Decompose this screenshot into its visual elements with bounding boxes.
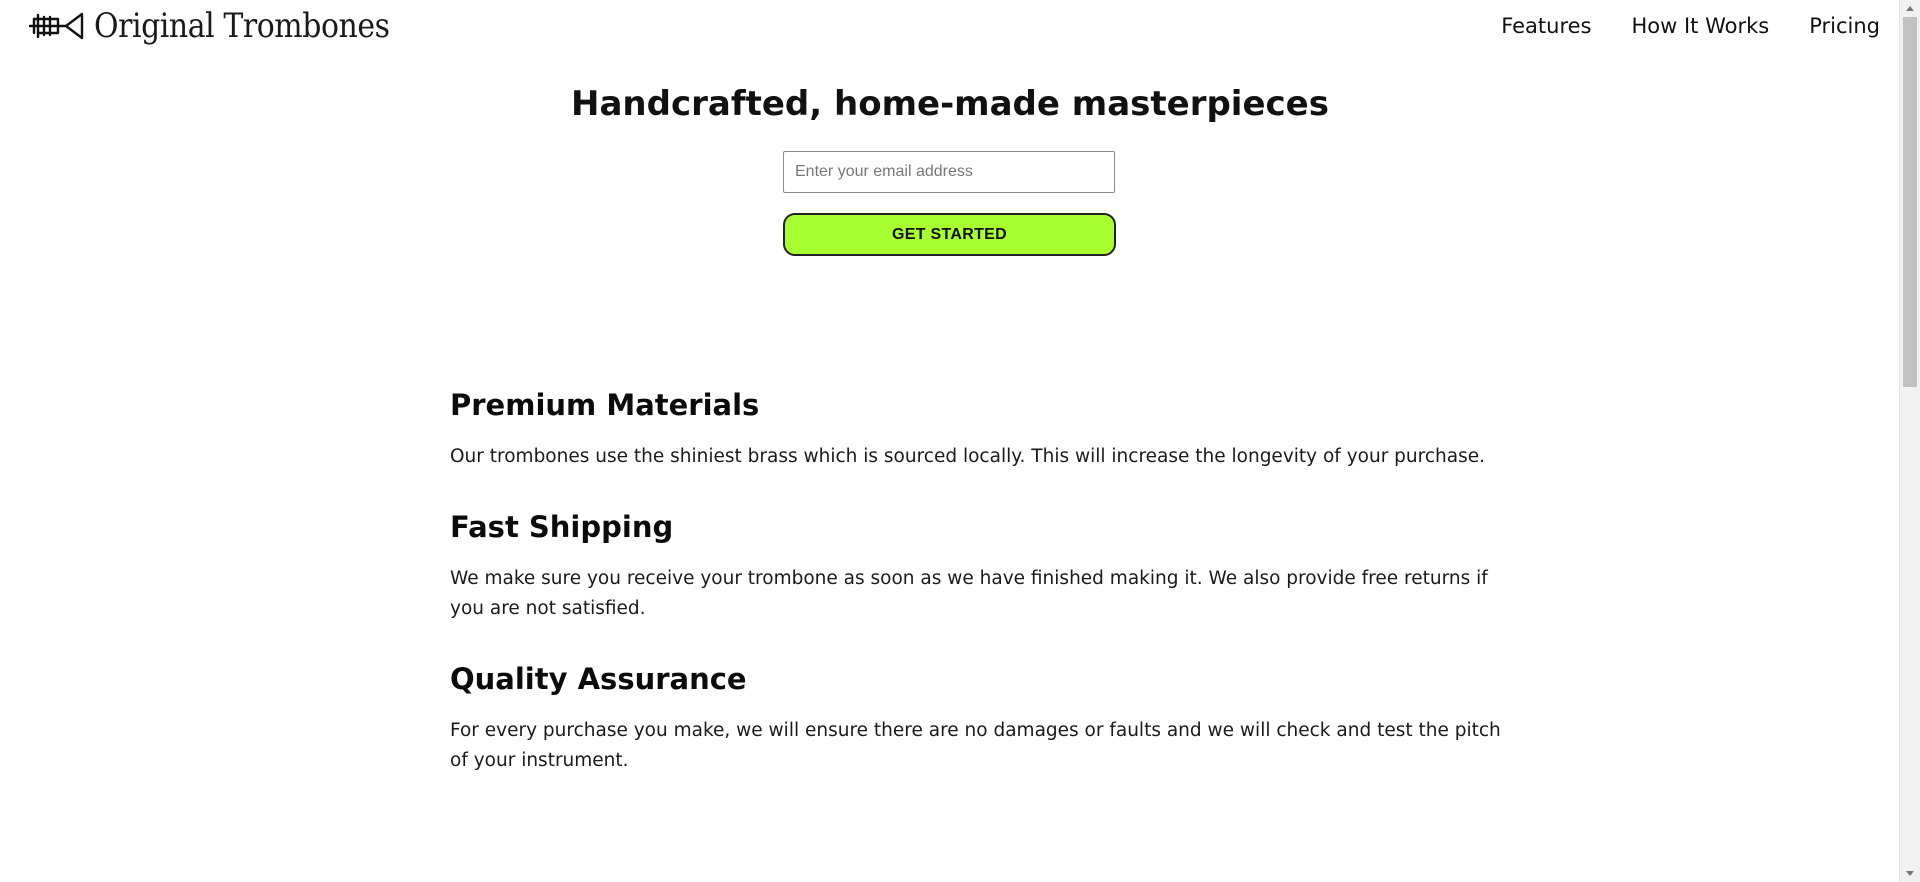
feature-title: Fast Shipping [450,510,674,544]
main-nav: Features How It Works Pricing [1501,14,1880,38]
feature-fast-shipping: Fast Shipping We make sure you receive y… [450,510,1520,624]
feature-quality-assurance: Quality Assurance For every purchase you… [450,662,1520,776]
brand-name: Original Trombones [94,6,390,46]
feature-premium-materials: Premium Materials Our trombones use the … [450,388,1520,472]
email-input[interactable] [783,151,1115,193]
nav-link-pricing[interactable]: Pricing [1809,14,1880,38]
nav-link-how-it-works[interactable]: How It Works [1631,14,1769,38]
page: Original Trombones Features How It Works… [0,0,1900,882]
scrollbar-thumb[interactable] [1903,17,1917,387]
feature-text: Our trombones use the shiniest brass whi… [450,446,1485,467]
brand-logo[interactable]: Original Trombones [28,6,430,46]
feature-title: Quality Assurance [450,662,747,696]
get-started-button[interactable]: GET STARTED [783,213,1116,256]
trombone-icon [28,12,84,40]
features-section: Premium Materials Our trombones use the … [450,388,1520,814]
nav-link-features[interactable]: Features [1501,14,1591,38]
feature-text: We make sure you receive your trombone a… [450,568,1488,619]
site-header: Original Trombones Features How It Works… [0,0,1900,56]
hero-title: Handcrafted, home-made masterpieces [571,84,1329,124]
scroll-down-arrow-icon[interactable] [1900,866,1920,882]
feature-title: Premium Materials [450,388,760,422]
vertical-scrollbar[interactable] [1899,0,1920,882]
feature-text: For every purchase you make, we will ens… [450,720,1501,771]
scroll-up-arrow-icon[interactable] [1900,0,1920,16]
